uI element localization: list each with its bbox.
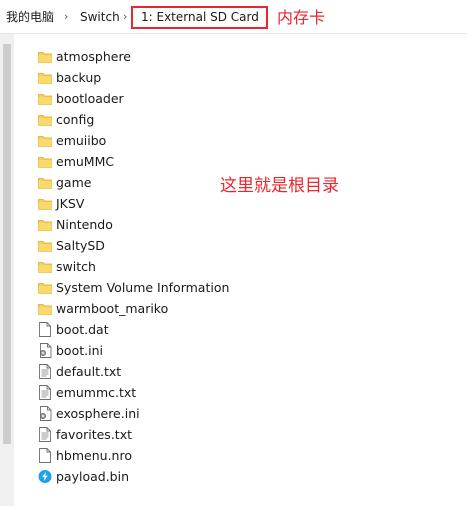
file-item[interactable]: payload.bin xyxy=(0,466,467,487)
folder-icon xyxy=(38,175,52,190)
folder-icon xyxy=(38,154,52,169)
folder-icon xyxy=(38,280,52,295)
item-name: emuiibo xyxy=(56,132,107,148)
folder-item[interactable]: Nintendo xyxy=(0,214,467,235)
file-item[interactable]: exosphere.ini xyxy=(0,403,467,424)
item-name: hbmenu.nro xyxy=(56,447,132,463)
payload-bin-icon xyxy=(38,469,52,484)
item-name: emummc.txt xyxy=(56,384,137,400)
file-item[interactable]: emummc.txt xyxy=(0,382,467,403)
folder-item[interactable]: atmosphere xyxy=(0,46,467,67)
folder-item[interactable]: bootloader xyxy=(0,88,467,109)
item-name: System Volume Information xyxy=(56,279,230,295)
item-name: default.txt xyxy=(56,363,122,379)
text-file-icon xyxy=(38,385,52,400)
file-item[interactable]: favorites.txt xyxy=(0,424,467,445)
text-file-icon xyxy=(38,427,52,442)
folder-item[interactable]: switch xyxy=(0,256,467,277)
folder-icon xyxy=(38,196,52,211)
annotation-root-directory: 这里就是根目录 xyxy=(220,176,339,196)
folder-item[interactable]: warmboot_mariko xyxy=(0,298,467,319)
text-file-icon xyxy=(38,364,52,379)
item-name: exosphere.ini xyxy=(56,405,140,421)
breadcrumb-current-highlighted[interactable]: 1: External SD Card xyxy=(131,6,268,29)
item-name: backup xyxy=(56,69,102,85)
item-name: warmboot_mariko xyxy=(56,300,169,316)
folder-item[interactable]: config xyxy=(0,109,467,130)
folder-icon xyxy=(38,70,52,85)
folder-item[interactable]: backup xyxy=(0,67,467,88)
settings-file-icon xyxy=(38,406,52,421)
folder-item[interactable]: emuMMC xyxy=(0,151,467,172)
file-item[interactable]: boot.dat xyxy=(0,319,467,340)
folder-item[interactable]: System Volume Information xyxy=(0,277,467,298)
file-item[interactable]: default.txt xyxy=(0,361,467,382)
item-name: bootloader xyxy=(56,90,124,106)
folder-item[interactable]: JKSV xyxy=(0,193,467,214)
item-name: boot.dat xyxy=(56,321,109,337)
file-icon xyxy=(38,448,52,463)
item-name: config xyxy=(56,111,95,127)
folder-icon xyxy=(38,238,52,253)
item-name: atmosphere xyxy=(56,48,131,64)
folder-icon xyxy=(38,301,52,316)
folder-icon xyxy=(38,49,52,64)
item-name: game xyxy=(56,174,92,190)
folder-item[interactable]: SaltySD xyxy=(0,235,467,256)
explorer-window: 我的电脑 › Switch › 1: External SD Card 内存卡 … xyxy=(0,0,467,506)
item-name: SaltySD xyxy=(56,237,105,253)
item-name: payload.bin xyxy=(56,468,130,484)
item-name: Nintendo xyxy=(56,216,113,232)
folder-icon xyxy=(38,91,52,106)
file-item[interactable]: boot.ini xyxy=(0,340,467,361)
file-list: atmosphere backup bootloader config emuiibo e… xyxy=(0,46,467,487)
item-name: switch xyxy=(56,258,96,274)
item-name: boot.ini xyxy=(56,342,103,358)
item-name: emuMMC xyxy=(56,153,115,169)
settings-file-icon xyxy=(38,343,52,358)
breadcrumb-item-switch[interactable]: Switch xyxy=(80,9,120,25)
breadcrumb-separator-icon[interactable]: › xyxy=(64,9,68,25)
address-bar[interactable]: 我的电脑 › Switch › 1: External SD Card 内存卡 xyxy=(0,0,467,34)
file-item[interactable]: hbmenu.nro xyxy=(0,445,467,466)
annotation-sd-card: 内存卡 xyxy=(277,8,326,27)
folder-icon xyxy=(38,217,52,232)
item-name: favorites.txt xyxy=(56,426,132,442)
file-icon xyxy=(38,322,52,337)
folder-icon xyxy=(38,259,52,274)
item-name: JKSV xyxy=(56,195,85,211)
breadcrumb-item-my-computer[interactable]: 我的电脑 xyxy=(6,9,54,25)
address-bar-divider xyxy=(0,33,467,34)
folder-icon xyxy=(38,112,52,127)
breadcrumb-separator-icon[interactable]: › xyxy=(123,9,127,25)
folder-icon xyxy=(38,133,52,148)
folder-item[interactable]: emuiibo xyxy=(0,130,467,151)
